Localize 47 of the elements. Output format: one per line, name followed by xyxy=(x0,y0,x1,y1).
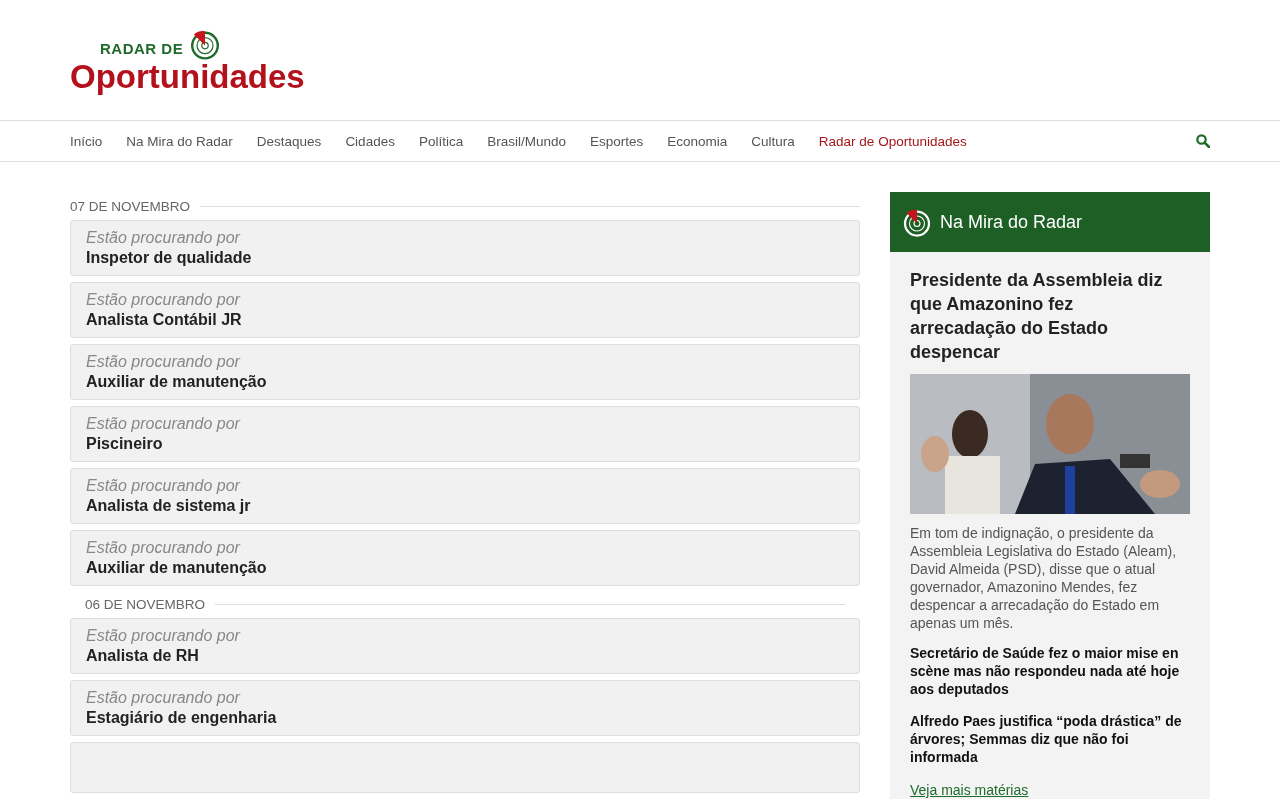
search-icon[interactable] xyxy=(1196,134,1210,148)
nav-link[interactable]: Cultura xyxy=(751,133,795,149)
job-card[interactable]: Estão procurando por Auxiliar de manutenção xyxy=(70,530,860,587)
date-heading: 07 DE NOVEMBRO xyxy=(70,198,191,214)
job-kicker: Estão procurando por xyxy=(86,627,242,646)
nav-link[interactable]: Brasil/Mundo xyxy=(487,133,566,149)
date-heading: 06 DE NOVEMBRO xyxy=(85,596,206,612)
job-kicker: Estão procurando por xyxy=(86,291,242,310)
nav-link[interactable]: Política xyxy=(418,133,464,149)
sidebar-title: Na Mira do Radar xyxy=(940,211,1083,233)
radar-icon xyxy=(189,28,222,60)
article-link[interactable]: Alfredo Paes justifica “poda drástica” de árvores; Semmas diz que não foi informada xyxy=(910,712,1190,766)
job-title: Analista Contábil JR xyxy=(86,311,243,330)
job-card[interactable]: Estão procurando por Auxiliar de manutenção xyxy=(70,344,860,401)
job-kicker: Estão procurando por xyxy=(86,415,242,434)
lead-headline[interactable]: Presidente da Assembleia diz que Amazonino fez arrecadação do Estado despencar xyxy=(910,268,1190,364)
more-link[interactable]: Veja mais matérias xyxy=(910,782,1029,798)
job-title: Inspetor de qualidade xyxy=(86,249,253,268)
nav-link[interactable]: Esportes xyxy=(590,133,644,149)
job-kicker: Estão procurando por xyxy=(86,229,242,248)
job-card[interactable]: Estão procurando por Analista Contábil JR xyxy=(70,282,860,339)
job-title: Auxiliar de manutenção xyxy=(86,373,268,392)
nav-link[interactable]: Cidades xyxy=(345,133,395,149)
logo-wordmark: Oportunidades xyxy=(70,60,305,93)
nav-link[interactable]: Economia xyxy=(667,133,728,149)
job-title: Analista de sistema jr xyxy=(86,497,252,516)
job-kicker: Estão procurando por xyxy=(86,689,242,708)
job-title: Estagiário de engenharia xyxy=(86,709,278,728)
job-card[interactable]: Estão procurando por Inspetor de qualidade xyxy=(70,220,860,277)
logo-tagline: RADAR DE xyxy=(100,41,184,59)
job-card[interactable]: Estão procurando por Analista de RH xyxy=(70,618,860,675)
job-title: Auxiliar de manutenção xyxy=(86,559,268,578)
job-kicker: Estão procurando por xyxy=(86,477,242,496)
article-link[interactable]: Secretário de Saúde fez o maior mise en scène mas não respondeu nada até hoje aos deputados xyxy=(910,644,1190,698)
job-card[interactable]: Estão procurando por Analista de sistema jr xyxy=(70,468,860,525)
job-card[interactable]: Estão procurando por Piscineiro xyxy=(70,406,860,463)
job-card[interactable]: Estão procurando por Estagiário de engenharia xyxy=(70,680,860,737)
nav-link[interactable]: Na Mira do Radar xyxy=(126,133,233,149)
job-title: Analista de RH xyxy=(86,647,200,666)
nav-link[interactable]: Destaques xyxy=(256,133,322,149)
nav-link[interactable]: Radar de Oportunidades xyxy=(818,133,967,149)
job-title: Piscineiro xyxy=(86,435,164,454)
lead-summary: Em tom de indignação, o presidente da Assembleia Legislativa do Estado (Aleam), David Almeida (PSD), disse que o atual governador, Amazonino Mendes, fez despencar a arrecadação do Estado em apenas um mês. xyxy=(910,524,1178,632)
job-kicker: Estão procurando por xyxy=(86,539,242,558)
nav-link[interactable]: Início xyxy=(70,133,103,149)
radar-icon xyxy=(902,207,932,237)
job-kicker: Estão procurando por xyxy=(86,353,242,372)
